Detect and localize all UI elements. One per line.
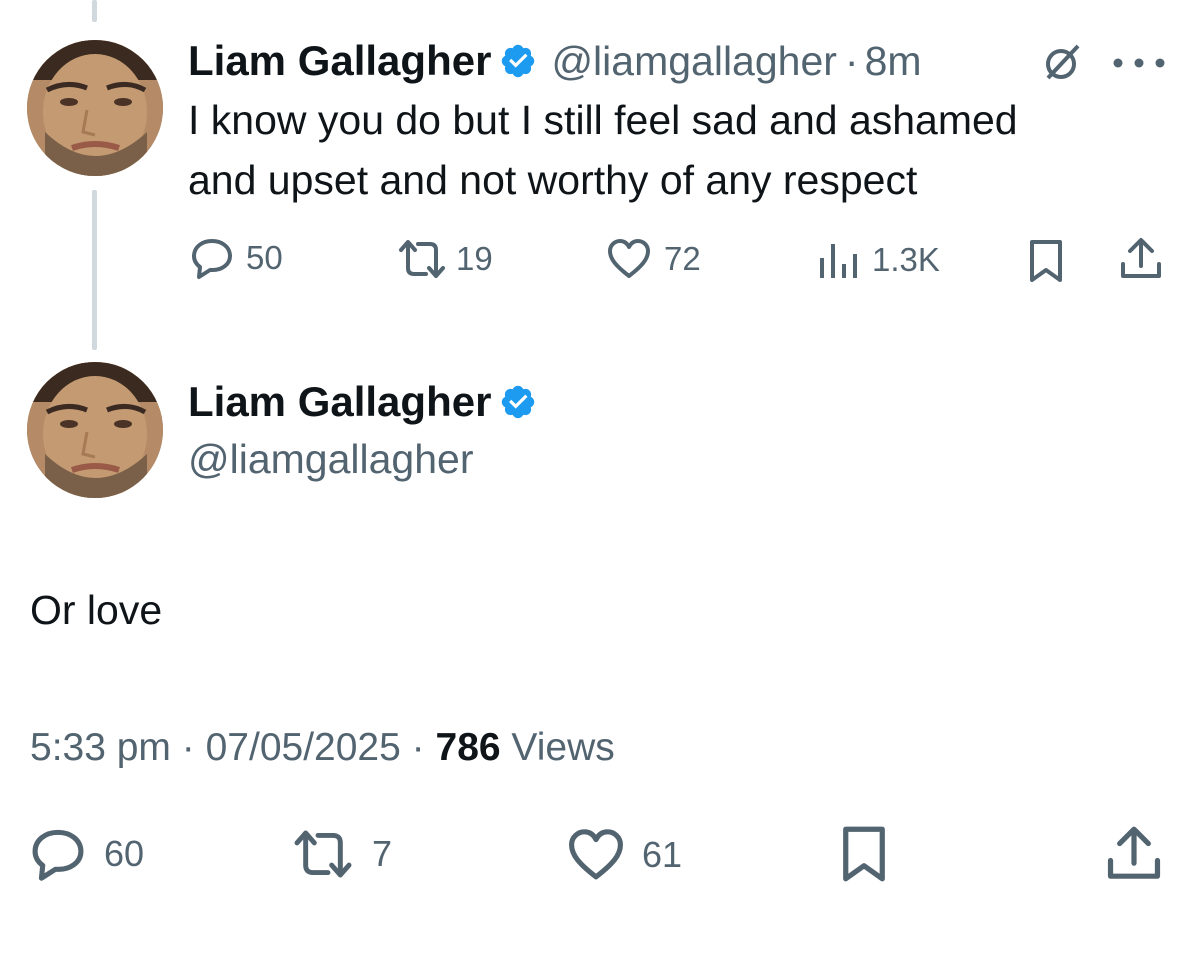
tweet-date[interactable]: 07/05/2025 <box>206 726 401 769</box>
parent-header: Liam Gallagher @liamgallagher · 8m <box>188 36 922 86</box>
main-header: Liam Gallagher <box>188 378 537 426</box>
views-label: Views <box>511 726 615 769</box>
like-icon <box>569 829 623 880</box>
repost-count: 7 <box>372 833 393 874</box>
tweet-meta: 5:33 pm · 07/05/2025 · 786 Views <box>30 726 615 770</box>
like-button[interactable]: 61 <box>566 828 682 882</box>
avatar[interactable] <box>27 362 163 498</box>
reply-icon <box>32 829 84 881</box>
tweet-text: Or love <box>30 587 163 633</box>
views-count: 1.3K <box>872 241 940 278</box>
reply-icon <box>192 239 232 279</box>
author-handle[interactable]: @liamgallagher <box>551 38 836 85</box>
tweet-text-line: and upset and not worthy of any respect <box>188 157 918 203</box>
share-icon <box>1107 826 1161 879</box>
repost-icon <box>294 830 352 878</box>
reply-count: 60 <box>104 833 145 874</box>
bookmark-button[interactable] <box>840 824 888 884</box>
tweet-text-line: I know you do but I still feel sad and a… <box>188 97 1018 143</box>
views-icon <box>820 244 857 278</box>
views-button[interactable]: 1.3K <box>818 240 940 280</box>
repost-count: 19 <box>456 240 493 277</box>
verified-badge-icon <box>499 383 537 421</box>
grok-icon[interactable] <box>1042 42 1082 87</box>
like-count: 72 <box>664 240 701 277</box>
author-name[interactable]: Liam Gallagher <box>188 37 491 85</box>
verified-badge-icon <box>499 42 537 80</box>
timestamp[interactable]: 8m <box>865 38 922 85</box>
views-count: 786 <box>435 726 501 769</box>
repost-button[interactable]: 7 <box>290 828 392 880</box>
avatar-image <box>27 362 163 498</box>
bookmark-icon <box>843 826 885 882</box>
meta-separator: · <box>181 726 195 769</box>
like-icon <box>608 239 650 278</box>
tweet-text: I know you do but I still feel sad and a… <box>188 90 1188 210</box>
author-name[interactable]: Liam Gallagher <box>188 378 491 426</box>
repost-icon <box>399 240 445 278</box>
reply-count: 50 <box>246 239 283 276</box>
thread-line-bottom <box>92 190 97 350</box>
bookmark-icon <box>1030 240 1062 282</box>
repost-button[interactable]: 19 <box>396 238 493 280</box>
share-button[interactable] <box>1118 236 1164 282</box>
avatar[interactable] <box>27 40 163 176</box>
meta-separator: · <box>411 726 425 769</box>
reply-button[interactable]: 60 <box>28 826 144 882</box>
like-count: 61 <box>642 834 683 875</box>
share-icon <box>1121 238 1161 278</box>
like-button[interactable]: 72 <box>606 238 701 280</box>
thread-line-top <box>92 0 97 22</box>
avatar-image <box>27 40 163 176</box>
bookmark-button[interactable] <box>1028 238 1064 284</box>
reply-button[interactable]: 50 <box>190 236 283 280</box>
tweet-time[interactable]: 5:33 pm <box>30 726 171 769</box>
share-button[interactable] <box>1104 824 1164 884</box>
author-handle[interactable]: @liamgallagher <box>188 436 473 483</box>
more-icon[interactable] <box>1110 56 1168 74</box>
meta-separator: · <box>844 37 859 84</box>
